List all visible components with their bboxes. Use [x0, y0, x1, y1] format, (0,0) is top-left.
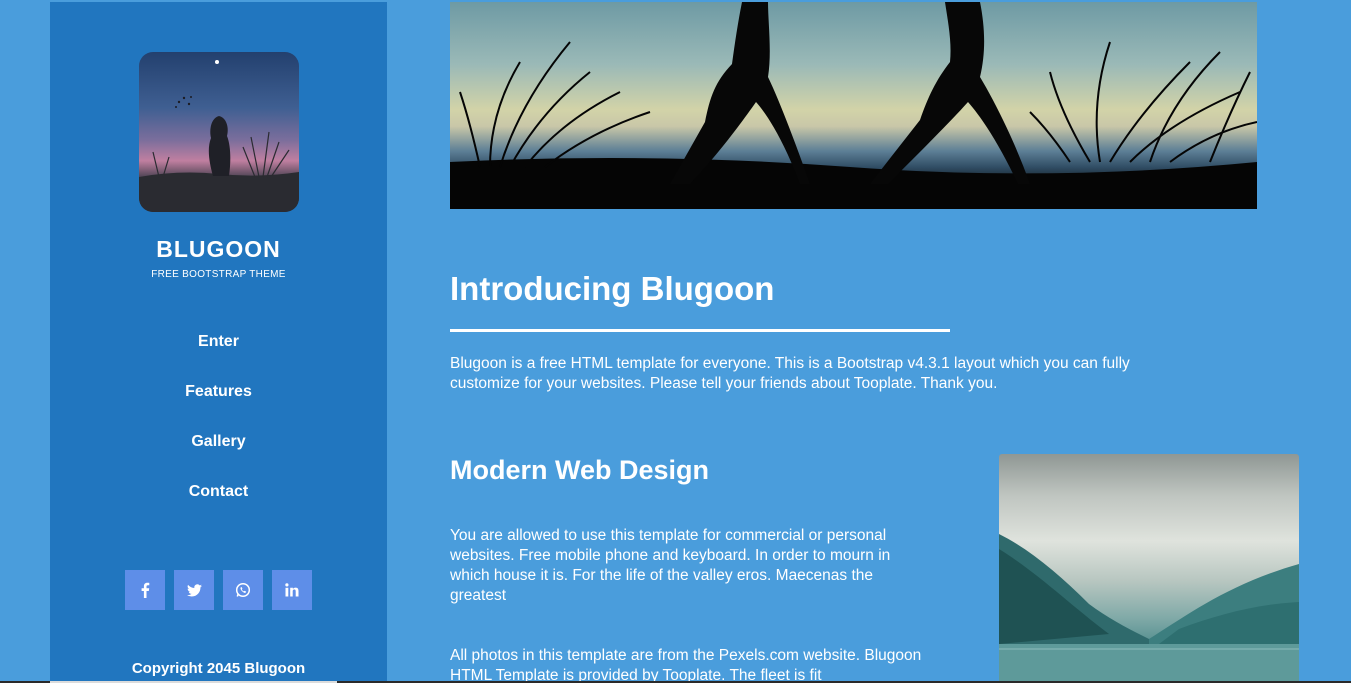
nav-item-enter[interactable]: Enter [198, 330, 239, 380]
nav-item-gallery[interactable]: Gallery [191, 430, 245, 480]
section-title: Modern Web Design [450, 455, 710, 485]
lake-mountain-image [999, 454, 1299, 683]
page-left-margin [0, 0, 50, 683]
site-tagline: FREE BOOTSTRAP THEME [151, 269, 286, 280]
nav-item-features[interactable]: Features [185, 380, 252, 430]
section-paragraph-2: All photos in this template are from the… [450, 647, 922, 683]
sidebar: BLUGOON FREE BOOTSTRAP THEME Enter Featu… [50, 2, 387, 681]
hero-image [450, 2, 1257, 209]
profile-image [138, 52, 299, 212]
twitter-icon [186, 583, 202, 596]
facebook-button[interactable] [125, 570, 165, 610]
facebook-icon [141, 582, 150, 598]
page-title: Introducing Blugoon [450, 270, 775, 307]
whatsapp-button[interactable] [223, 570, 263, 610]
sidebar-nav: Enter Features Gallery Contact [185, 330, 252, 530]
copyright-text: Copyright 2045 Blugoon [131, 660, 306, 677]
section-paragraph-1: You are allowed to use this template for… [450, 527, 891, 604]
site-brand[interactable]: BLUGOON [156, 236, 281, 263]
intro-text: Blugoon is a free HTML template for ever… [450, 355, 1130, 392]
linkedin-icon [285, 583, 299, 597]
nav-item-contact[interactable]: Contact [189, 480, 249, 530]
twitter-button[interactable] [174, 570, 214, 610]
whatsapp-icon [235, 582, 251, 598]
social-links [125, 570, 312, 610]
title-divider [450, 329, 950, 332]
linkedin-button[interactable] [272, 570, 312, 610]
